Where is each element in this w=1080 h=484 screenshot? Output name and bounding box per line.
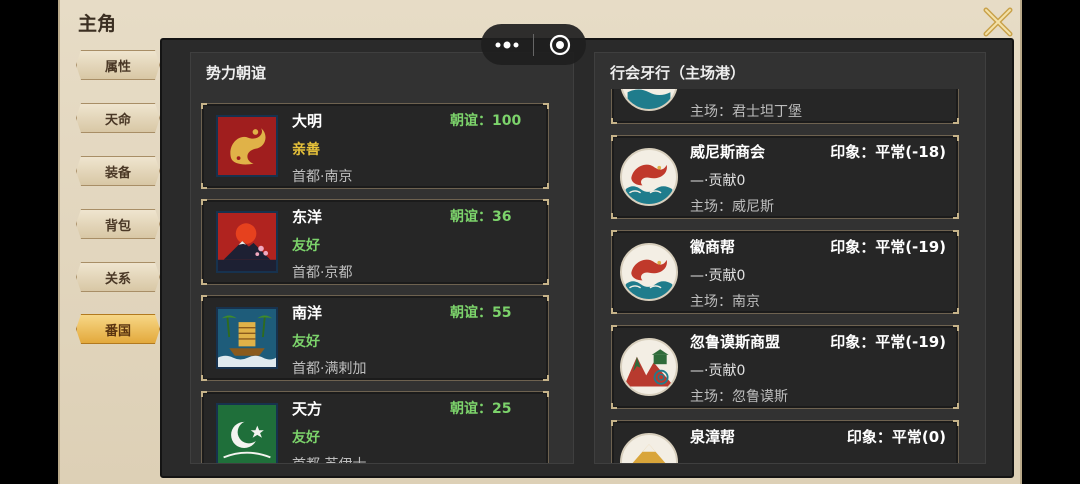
more-dots-icon bbox=[495, 41, 519, 48]
mini-program-capsule bbox=[481, 24, 586, 65]
mountain-pavilion-emblem-icon bbox=[620, 338, 678, 396]
faction-list[interactable]: 大明 朝谊：100 亲善 首都·南京 东洋 朝谊：36 友好 首都·京都 南洋 … bbox=[191, 89, 573, 463]
guild-column: 行会牙行（主场港） 主场：君士坦丁堡 威尼斯商会 印象：平常(-18) —·贡献… bbox=[594, 52, 986, 464]
guild-list[interactable]: 主场：君士坦丁堡 威尼斯商会 印象：平常(-18) —·贡献0 主场：威尼斯 徽… bbox=[595, 89, 985, 463]
tab-attributes[interactable]: 属性 bbox=[76, 50, 160, 80]
content-panel: 势力朝谊 大明 朝谊：100 亲善 首都·南京 东洋 朝谊：36 友好 首都·京… bbox=[160, 38, 1014, 478]
mountain-emblem-icon bbox=[620, 433, 678, 463]
dragon-wave-emblem-icon bbox=[620, 243, 678, 301]
faction-card[interactable]: 天方 朝谊：25 友好 首都·苏伊士 bbox=[201, 391, 549, 463]
crescent-flag-icon bbox=[216, 403, 278, 463]
faction-title: 势力朝谊 bbox=[206, 64, 267, 82]
guild-title: 行会牙行（主场港） bbox=[610, 64, 746, 82]
dragon-flag-icon bbox=[216, 115, 278, 177]
rising-sun-flag-icon bbox=[216, 211, 278, 273]
tab-relations[interactable]: 关系 bbox=[76, 262, 160, 292]
guild-card[interactable]: 威尼斯商会 印象：平常(-18) —·贡献0 主场：威尼斯 bbox=[611, 135, 959, 219]
guild-card[interactable]: 徽商帮 印象：平常(-19) —·贡献0 主场：南京 bbox=[611, 230, 959, 314]
window-title: 主角 bbox=[78, 13, 117, 35]
close-button[interactable] bbox=[980, 4, 1016, 40]
junk-ship-flag-icon bbox=[216, 307, 278, 369]
more-menu-button[interactable] bbox=[481, 24, 533, 65]
faction-card[interactable]: 大明 朝谊：100 亲善 首都·南京 bbox=[201, 103, 549, 189]
faction-card[interactable]: 东洋 朝谊：36 友好 首都·京都 bbox=[201, 199, 549, 285]
faction-card[interactable]: 南洋 朝谊：55 友好 首都·满剌加 bbox=[201, 295, 549, 381]
tab-destiny[interactable]: 天命 bbox=[76, 103, 160, 133]
guild-card[interactable]: 泉漳帮 印象：平常(0) bbox=[611, 420, 959, 463]
guild-card[interactable]: 主场：君士坦丁堡 bbox=[611, 89, 959, 124]
exit-button[interactable] bbox=[534, 24, 586, 65]
target-circle-icon bbox=[549, 34, 571, 55]
dragon-wave-emblem-icon bbox=[620, 148, 678, 206]
tab-equipment[interactable]: 装备 bbox=[76, 156, 160, 186]
tab-backpack[interactable]: 背包 bbox=[76, 209, 160, 239]
guild-card[interactable]: 忽鲁谟斯商盟 印象：平常(-19) —·贡献0 主场：忽鲁谟斯 bbox=[611, 325, 959, 409]
crossed-swords-close-icon bbox=[983, 7, 1013, 37]
tab-foreign-states[interactable]: 番国 bbox=[76, 314, 160, 344]
ship-emblem-icon bbox=[620, 89, 678, 111]
faction-column: 势力朝谊 大明 朝谊：100 亲善 首都·南京 东洋 朝谊：36 友好 首都·京… bbox=[190, 52, 574, 464]
